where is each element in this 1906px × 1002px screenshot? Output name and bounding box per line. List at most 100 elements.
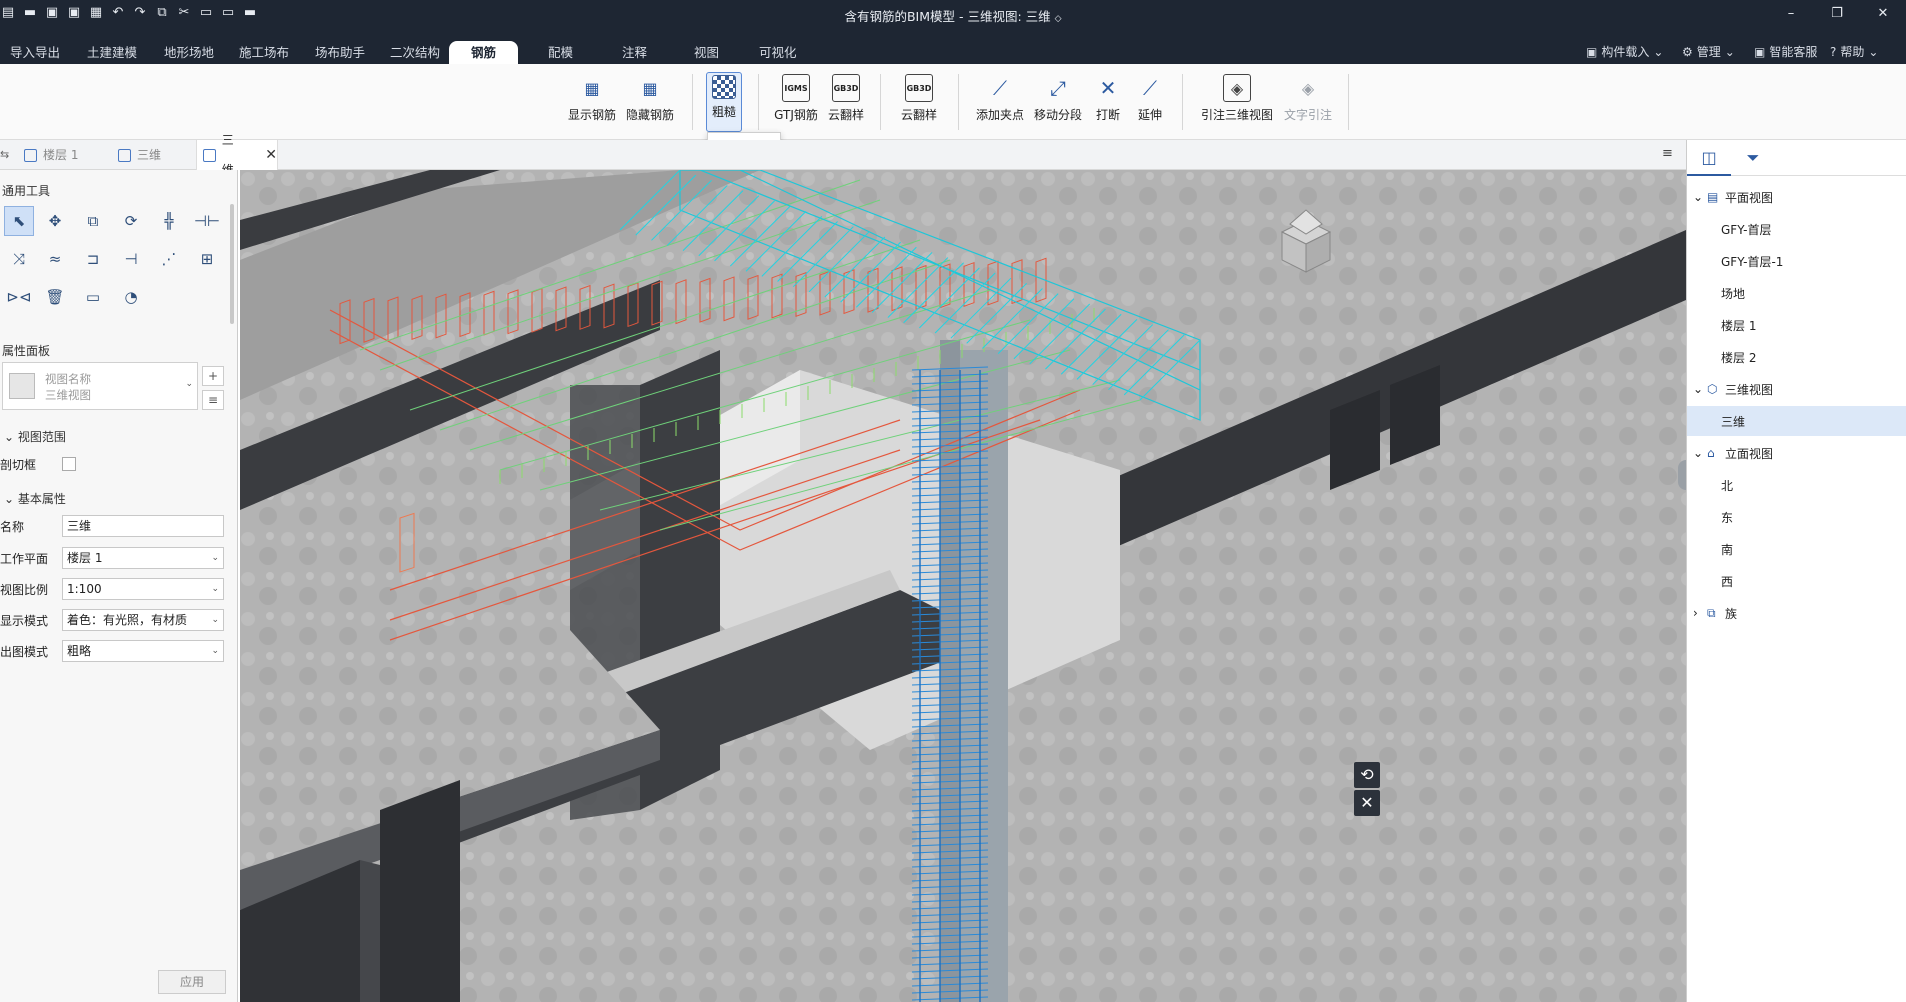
tab-rebar[interactable]: 钢筋 <box>449 41 519 64</box>
export-pdf-icon[interactable]: ▦ <box>88 5 104 21</box>
help-menu[interactable]: ? 帮助 ⌄ <box>1830 41 1878 64</box>
tree-node-families[interactable]: › ⧉ 族 <box>1693 598 1737 628</box>
array-tool-icon[interactable]: ⋰ <box>154 244 184 274</box>
paste-icon[interactable]: ▭ <box>198 5 214 21</box>
family-icon: ⧉ <box>1707 605 1716 620</box>
basic-props-group[interactable]: ⌄ 基本属性 <box>4 490 66 507</box>
type-selector[interactable]: 视图名称 三维视图 ⌄ <box>2 362 198 410</box>
tree-node-north[interactable]: 北 <box>1721 470 1733 500</box>
expand-right-panel-icon[interactable] <box>1678 460 1686 490</box>
layer-icon[interactable]: ▬ <box>242 5 258 21</box>
tree-node-west[interactable]: 西 <box>1721 566 1733 596</box>
split-tool-icon[interactable]: ⊣⊢ <box>192 206 222 236</box>
tree-node-elevations[interactable]: ⌄ ⌂ 立面视图 <box>1693 438 1773 468</box>
panel-toggle-icon[interactable]: ◫ <box>1687 140 1731 176</box>
close-tab-icon[interactable]: ✕ <box>265 140 277 170</box>
minimize-button[interactable]: – <box>1768 0 1814 28</box>
tree-node-south[interactable]: 南 <box>1721 534 1733 564</box>
delete-tool-icon[interactable]: 🗑 <box>40 282 70 312</box>
view-range-group[interactable]: ⌄ 视图范围 <box>4 428 66 445</box>
break-button[interactable]: ✕ 打断 <box>1090 72 1126 132</box>
tab-overflow-icon[interactable]: ⇆ <box>0 148 9 161</box>
undo-icon[interactable]: ↶ <box>110 5 126 21</box>
smart-service-button[interactable]: ▣ 智能客服 <box>1754 41 1817 64</box>
redo-icon[interactable]: ↷ <box>132 5 148 21</box>
close-window-button[interactable]: ✕ <box>1860 0 1906 28</box>
extend-button[interactable]: ⟋ 延伸 <box>1132 72 1168 132</box>
tree-node-plan-views[interactable]: ⌄ ▤ 平面视图 <box>1693 182 1773 212</box>
restore-button[interactable]: ❐ <box>1814 0 1860 28</box>
extend-tool-icon[interactable]: ⊐ <box>78 244 108 274</box>
show-rebar-button[interactable]: ▦ 显示钢筋 <box>564 72 620 132</box>
tab-annotation[interactable]: 注释 <box>612 41 657 64</box>
tab-site-layout[interactable]: 施工场布 <box>229 41 299 64</box>
tab-terrain[interactable]: 地形场地 <box>154 41 224 64</box>
edit-type-icon[interactable]: ≡ <box>202 390 224 410</box>
workplane-select[interactable]: 楼层 1 ⌄ <box>62 547 224 569</box>
text-leader-button[interactable]: ◈ 文字引注 <box>1280 72 1336 132</box>
break-tool-icon[interactable]: ⊣ <box>116 244 146 274</box>
group-tool-icon[interactable]: ⊞ <box>192 244 222 274</box>
output-mode-select[interactable]: 粗略 ⌄ <box>62 640 224 662</box>
detail-level-coarse-button[interactable]: 粗糙 <box>706 72 742 132</box>
move-segment-button[interactable]: ⤢ 移动分段 <box>1030 72 1086 132</box>
tab-layout-assistant[interactable]: 场布助手 <box>305 41 375 64</box>
close-viewport-tools-icon[interactable]: ✕ <box>1354 790 1380 816</box>
save-icon[interactable]: ▣ <box>44 5 60 21</box>
section-box-checkbox[interactable] <box>62 457 76 471</box>
copy-icon[interactable]: ⧉ <box>154 5 170 21</box>
rotate-tool-icon[interactable]: ⟳ <box>116 206 146 236</box>
angle-tool-icon[interactable]: ◔ <box>116 282 146 312</box>
annotate-3d-view-button[interactable]: ◈ 引注三维视图 <box>1196 72 1278 132</box>
tree-node-gfy-first-1[interactable]: GFY-首层-1 <box>1721 246 1783 276</box>
view-tab-floor-1[interactable]: 楼层 1 <box>18 140 110 170</box>
name-field[interactable]: 三维 <box>62 515 224 537</box>
tree-node-site[interactable]: 场地 <box>1721 278 1745 308</box>
view-tab-3d-active[interactable]: 三维✕ <box>196 133 278 177</box>
display-mode-select[interactable]: 着色：有光照，有材质 ⌄ <box>62 609 224 631</box>
tab-import-export[interactable]: 导入导出 <box>0 41 70 64</box>
scale-select[interactable]: 1:100 ⌄ <box>62 578 224 600</box>
tab-civil-modeling[interactable]: 土建建模 <box>77 41 147 64</box>
cut-icon[interactable]: ✂ <box>176 5 192 21</box>
view-tab-3d-1[interactable]: 三维 <box>112 140 194 170</box>
tab-formwork[interactable]: 配模 <box>538 41 583 64</box>
add-grip-button[interactable]: ⟋ 添加夹点 <box>972 72 1028 132</box>
new-file-icon[interactable]: ▤ <box>0 5 16 21</box>
tree-node-floor-1[interactable]: 楼层 1 <box>1721 310 1756 340</box>
mirror-tool-icon[interactable]: ⊳⊲ <box>4 282 34 312</box>
gtj-rebar-button[interactable]: IGMS GTJ钢筋 <box>772 72 820 132</box>
open-folder-icon[interactable]: ▬ <box>22 5 38 21</box>
tree-node-3d[interactable]: 三维 <box>1687 406 1906 436</box>
chevron-down-icon: ⌄ <box>211 584 219 594</box>
orbit-reset-icon[interactable]: ⟲ <box>1354 762 1380 788</box>
trim-tool-icon[interactable]: ⤨ <box>4 244 34 274</box>
align-tool-icon[interactable]: ╬ <box>154 206 184 236</box>
add-type-icon[interactable]: + <box>202 366 224 386</box>
filter-icon[interactable]: ⏷ <box>1731 140 1775 176</box>
offset-tool-icon[interactable]: ≈ <box>40 244 70 274</box>
tab-view[interactable]: 视图 <box>684 41 729 64</box>
select-tool-icon[interactable]: ⬉ <box>4 206 34 236</box>
tools-scrollbar[interactable] <box>230 204 234 324</box>
3d-viewport[interactable]: ⟲ ✕ <box>240 170 1686 1002</box>
tab-visualization[interactable]: 可视化 <box>749 41 807 64</box>
copy-tool-icon[interactable]: ⧉ <box>78 206 108 236</box>
measure-tool-icon[interactable]: ▭ <box>78 282 108 312</box>
tree-node-floor-2[interactable]: 楼层 2 <box>1721 342 1756 372</box>
apply-button[interactable]: 应用 <box>158 970 226 994</box>
tab-secondary-structure[interactable]: 二次结构 <box>380 41 450 64</box>
tree-node-east[interactable]: 东 <box>1721 502 1733 532</box>
cloud-detailing-button[interactable]: GB3D 云翻样 <box>824 72 868 132</box>
tab-list-menu-icon[interactable]: ≡ <box>1662 146 1673 161</box>
3d-view-icon <box>203 148 216 162</box>
match-icon[interactable]: ▭ <box>220 5 236 21</box>
tree-node-gfy-first[interactable]: GFY-首层 <box>1721 214 1771 244</box>
cloud-detailing-export-button[interactable]: GB3D 云翻样 <box>894 72 944 132</box>
move-tool-icon[interactable]: ✥ <box>40 206 70 236</box>
tree-node-3d-views[interactable]: ⌄ ⬡ 三维视图 <box>1693 374 1773 404</box>
save-as-icon[interactable]: ▣ <box>66 5 82 21</box>
manage-menu[interactable]: ⚙ 管理 ⌄ <box>1682 41 1735 64</box>
hide-rebar-button[interactable]: ▦ 隐藏钢筋 <box>622 72 678 132</box>
component-load-menu[interactable]: ▣ 构件载入 ⌄ <box>1586 41 1663 64</box>
